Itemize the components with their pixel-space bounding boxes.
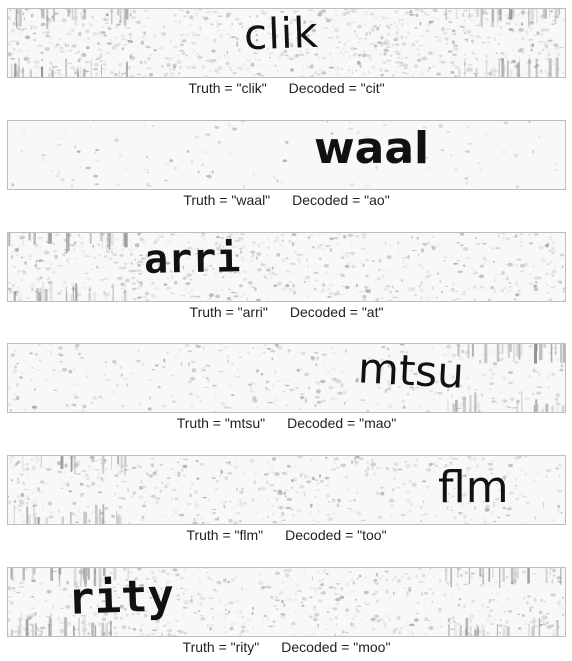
captcha-word: arri: [143, 235, 241, 283]
truth-label: Truth = "clik": [188, 80, 267, 96]
caption-3: Truth = "mtsu" Decoded = "mao": [7, 415, 566, 431]
noise-texture: [8, 344, 565, 412]
noise-texture: [11, 121, 559, 189]
caption-1: Truth = "waal" Decoded = "ao": [7, 192, 566, 208]
caption-2: Truth = "arri" Decoded = "at": [7, 304, 566, 320]
captcha-image-4: flm: [7, 455, 566, 525]
decoded-label: Decoded = "mao": [287, 415, 397, 431]
captcha-image-3: mtsu: [7, 343, 566, 413]
truth-label: Truth = "arri": [189, 304, 268, 320]
captcha-word: mtsu: [356, 343, 466, 398]
decoded-label: Decoded = "cit": [288, 80, 385, 96]
truth-label: Truth = "flm": [186, 527, 264, 543]
decoded-label: Decoded = "ao": [292, 192, 390, 208]
sample-0: clik Truth = "clik" Decoded = "cit": [7, 8, 566, 96]
noise-texture: [8, 233, 565, 301]
truth-label: Truth = "rity": [182, 639, 260, 655]
decoded-label: Decoded = "at": [289, 304, 384, 320]
captcha-image-1: waal: [7, 120, 566, 190]
sample-1: waal Truth = "waal" Decoded = "ao": [7, 120, 566, 208]
captcha-image-0: clik: [7, 8, 566, 78]
decoded-label: Decoded = "too": [285, 527, 387, 543]
decoded-label: Decoded = "moo": [281, 639, 391, 655]
captcha-word: clik: [243, 8, 320, 60]
truth-label: Truth = "mtsu": [176, 415, 266, 431]
captcha-word: rity: [67, 570, 175, 625]
captcha-image-2: arri: [7, 232, 566, 302]
caption-4: Truth = "flm" Decoded = "too": [7, 527, 566, 543]
caption-0: Truth = "clik" Decoded = "cit": [7, 80, 566, 96]
captcha-word: waal: [314, 123, 430, 174]
sample-2: arri Truth = "arri" Decoded = "at": [7, 232, 566, 320]
captcha-image-5: rity: [7, 567, 566, 637]
sample-5: rity Truth = "rity" Decoded = "moo": [7, 567, 566, 655]
captcha-word: flm: [438, 462, 509, 513]
sample-4: flm Truth = "flm" Decoded = "too": [7, 455, 566, 543]
sample-3: mtsu Truth = "mtsu" Decoded = "mao": [7, 343, 566, 431]
truth-label: Truth = "waal": [183, 192, 271, 208]
caption-5: Truth = "rity" Decoded = "moo": [7, 639, 566, 655]
